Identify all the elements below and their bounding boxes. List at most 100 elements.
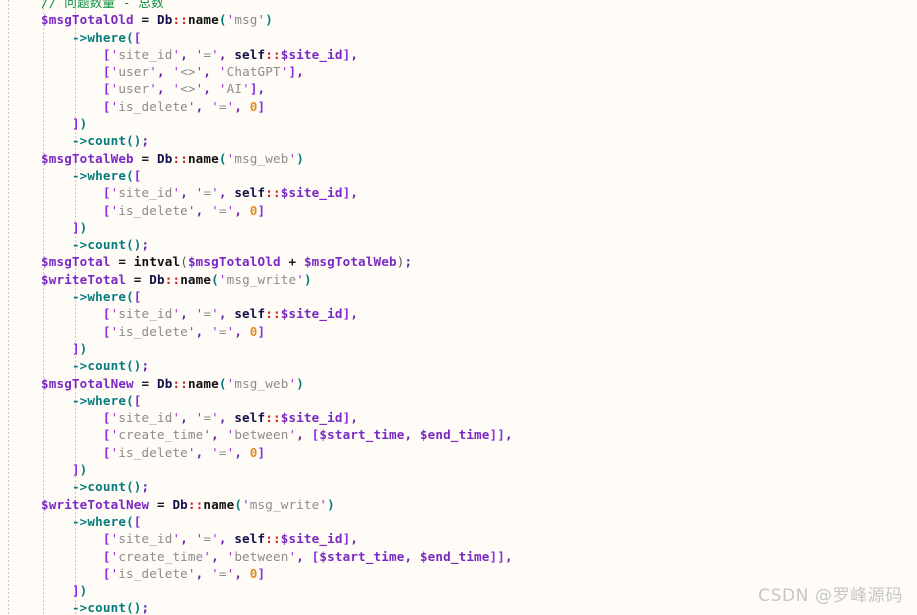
code-token: ' <box>187 202 196 218</box>
code-token: , <box>350 410 359 426</box>
code-token: () <box>126 358 142 374</box>
code-line[interactable]: ->where([ <box>41 288 513 305</box>
code-token: ->count <box>71 358 127 374</box>
code-token: ' <box>187 323 196 339</box>
code-token: self <box>234 46 266 62</box>
code-token: ] <box>249 81 258 97</box>
code-token: , <box>211 548 227 564</box>
code-line[interactable]: ->where([ <box>41 29 513 46</box>
code-line[interactable]: ->count(); <box>41 599 513 615</box>
code-line[interactable]: ['site_id', '=', self::$site_id], <box>41 305 513 322</box>
code-token: , <box>218 531 235 547</box>
code-line[interactable]: ['create_time', 'between', [$start_time,… <box>41 548 513 565</box>
code-token: ]] <box>489 548 505 564</box>
code-token: [ <box>133 167 142 183</box>
code-token: :: <box>172 375 188 391</box>
code-token: ->where <box>71 29 127 45</box>
code-line[interactable]: $msgTotalNew = Db::name('msg_web') <box>41 375 513 392</box>
code-token: msg_write <box>249 496 320 512</box>
code-token: is_delete <box>118 98 188 114</box>
code-line[interactable]: ['is_delete', '=', 0] <box>41 202 513 219</box>
code-line[interactable]: ['create_time', 'between', [$start_time,… <box>41 426 513 443</box>
code-line[interactable]: ['site_id', '=', self::$site_id], <box>41 184 513 201</box>
code-line[interactable]: ['is_delete', '=', 0] <box>41 444 513 461</box>
code-token: self <box>234 531 266 547</box>
code-token: [ <box>133 289 142 305</box>
code-token: ( <box>218 150 227 166</box>
code-line[interactable]: ['site_id', '=', self::$site_id], <box>41 530 513 547</box>
code-token: ( <box>234 496 243 512</box>
code-token: = <box>218 202 227 218</box>
code-token: $msgTotalWeb <box>303 254 397 270</box>
code-token: ' <box>218 64 227 80</box>
code-line[interactable]: ]) <box>41 582 513 599</box>
code-line[interactable]: $writeTotalNew = Db::name('msg_write') <box>41 496 513 513</box>
code-line[interactable]: ->count(); <box>41 132 513 149</box>
code-token: ] <box>71 219 80 235</box>
code-line[interactable]: ['user', '<>', 'ChatGPT'], <box>41 63 513 80</box>
code-token: = <box>203 185 212 201</box>
code-token: ( <box>218 375 227 391</box>
code-token: create_time <box>118 427 204 443</box>
code-line[interactable]: ['site_id', '=', self::$site_id], <box>41 46 513 63</box>
code-block[interactable]: // 问题数量 - 总数 $msgTotalOld = Db::name('msg… <box>41 0 513 615</box>
code-line[interactable]: $writeTotal = Db::name('msg_write') <box>41 271 513 288</box>
code-line[interactable]: ['site_id', '=', self::$site_id], <box>41 409 513 426</box>
code-token: ' <box>211 98 219 114</box>
code-line[interactable]: $msgTotal = intval($msgTotalOld + $msgTo… <box>41 253 513 270</box>
code-token: [ <box>102 548 111 564</box>
code-line[interactable]: ['is_delete', '=', 0] <box>41 98 513 115</box>
code-line[interactable]: ->count(); <box>41 236 513 253</box>
code-token: :: <box>172 150 188 166</box>
code-token: , <box>350 531 359 547</box>
code-line[interactable]: ['is_delete', '=', 0] <box>41 565 513 582</box>
code-line[interactable]: ->count(); <box>41 478 513 495</box>
code-line[interactable]: ]) <box>41 219 513 236</box>
code-token: :: <box>265 531 281 547</box>
code-token: ] <box>71 462 80 478</box>
code-line[interactable]: ->count(); <box>41 357 513 374</box>
code-token: ; <box>141 479 150 495</box>
code-token: [ <box>102 323 111 339</box>
code-token: = <box>218 444 227 460</box>
code-line[interactable]: $msgTotalOld = Db::name('msg') <box>41 11 513 28</box>
code-token: [ <box>102 98 111 114</box>
code-line[interactable]: ]) <box>41 340 513 357</box>
code-token: ( <box>211 271 219 287</box>
code-token: ->count <box>71 600 127 615</box>
code-token: 0 <box>249 444 258 460</box>
code-token: ; <box>141 133 150 149</box>
code-line[interactable]: ->where([ <box>41 513 513 530</box>
code-token: is_delete <box>118 202 188 218</box>
code-editor-surface[interactable]: // 问题数量 - 总数 $msgTotalOld = Db::name('msg… <box>0 0 917 615</box>
code-token: , <box>195 444 212 460</box>
code-line[interactable]: // 问题数量 - 总数 <box>41 0 513 11</box>
code-token: $msgTotal <box>41 254 111 270</box>
code-line[interactable]: $msgTotalWeb = Db::name('msg_web') <box>41 150 513 167</box>
code-line[interactable]: ->where([ <box>41 392 513 409</box>
code-token: () <box>126 600 142 615</box>
code-line[interactable]: ['user', '<>', 'AI'], <box>41 80 513 97</box>
code-token: $start_time <box>319 548 405 564</box>
code-token: = <box>126 271 150 287</box>
code-token: ChatGPT <box>226 64 281 80</box>
code-token: ' <box>211 565 219 581</box>
code-line[interactable]: ]) <box>41 115 513 132</box>
code-line[interactable]: ]) <box>41 461 513 478</box>
code-token: ' <box>187 444 196 460</box>
code-token: , <box>218 410 235 426</box>
code-token: msg_write <box>226 271 297 287</box>
code-token: name <box>203 496 235 512</box>
code-token: ) <box>79 116 88 132</box>
code-token: ' <box>211 46 219 62</box>
code-token: site_id <box>118 531 173 547</box>
code-line[interactable]: ->where([ <box>41 167 513 184</box>
code-token: site_id <box>118 410 173 426</box>
code-token: ' <box>218 81 227 97</box>
code-line[interactable]: ['is_delete', '=', 0] <box>41 323 513 340</box>
